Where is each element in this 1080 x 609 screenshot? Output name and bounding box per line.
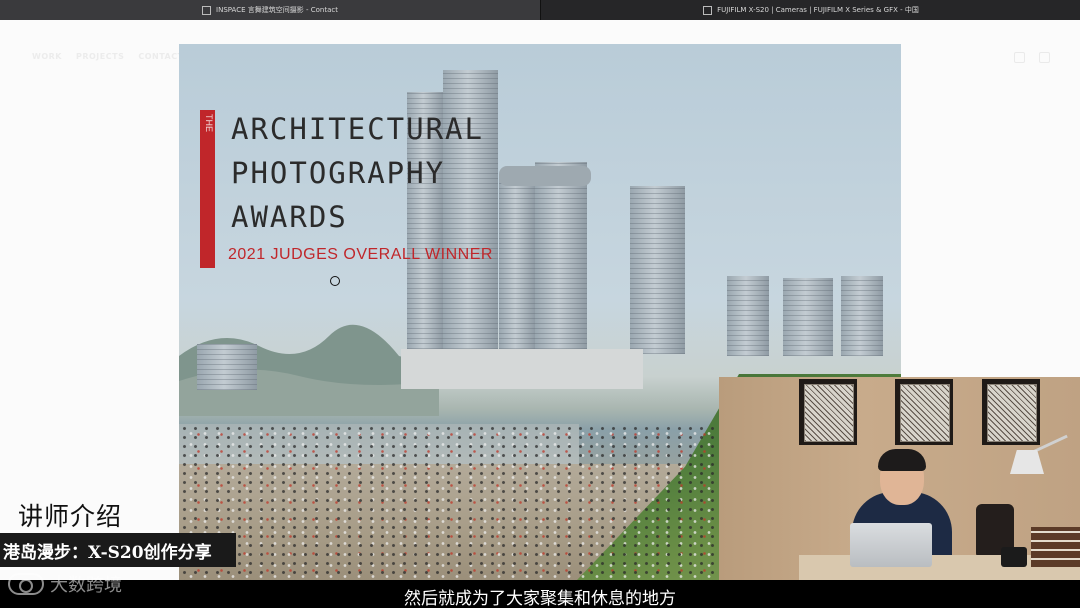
award-subtitle: 2021 JUDGES OVERALL WINNER [228,246,493,263]
desk-lamp-icon [1010,450,1044,474]
zoom-cursor-icon [330,276,340,286]
site-nav: WORK PROJECTS CONTACT [32,52,184,61]
skybridge [499,166,591,186]
nav-link-work[interactable]: WORK [32,52,62,61]
fujifilm-favicon-icon [703,5,713,15]
wall-frame [895,379,953,445]
residential-building [727,276,769,356]
wall-art [900,384,950,442]
laptop [850,523,932,567]
webcam-overlay [719,377,1080,580]
book-stack [1031,527,1080,567]
instagram-icon[interactable] [1014,52,1025,63]
watermark-text: 大数跨境 [50,575,122,596]
tower [499,174,535,354]
tab-title: FUJIFILM X-S20 | Cameras | FUJIFILM X Se… [717,6,919,14]
presenter-hair [878,449,926,471]
residential-building [841,276,883,356]
award-the: THE [204,114,214,132]
tower [630,186,685,354]
tower [535,162,587,354]
browser-tab-bar: INSPACE 言舞建筑空间摄影 - Contact FUJIFILM X-S2… [0,0,1080,20]
tab-inspace-contact[interactable]: INSPACE 言舞建筑空间摄影 - Contact [0,0,540,20]
intro-label: 讲师介绍 [18,502,123,531]
nav-link-projects[interactable]: PROJECTS [76,52,124,61]
podium-mall [401,349,643,389]
nav-link-contact[interactable]: CONTACT [138,52,183,61]
camera-icon [1001,547,1027,567]
award-red-bar [200,110,215,268]
subtitle-text: 然后就成为了大家聚集和休息的地方 [404,589,676,609]
watermark-logo-icon [8,573,44,595]
speaker-banner-text: 港岛漫步：X-S20创作分享 [3,542,212,563]
distant-buildings [197,344,257,390]
wall-frame [799,379,857,445]
award-line-3: AWARDS [231,200,348,234]
tab-fujifilm-xs20[interactable]: FUJIFILM X-S20 | Cameras | FUJIFILM X Se… [540,0,1080,20]
wall-art [804,384,854,442]
wall-frame [982,379,1040,445]
tab-title: INSPACE 言舞建筑空间摄影 - Contact [216,6,338,14]
site-favicon-icon [202,5,212,15]
nav-icon-group [1014,52,1050,63]
award-line-2: PHOTOGRAPHY [231,156,446,190]
residential-building [783,278,833,356]
award-line-1: ARCHITECTURAL [231,112,484,146]
wechat-icon[interactable] [1039,52,1050,63]
watermark: 大数跨境 [8,571,122,597]
wall-art [987,384,1037,442]
speaker-banner: 港岛漫步：X-S20创作分享 [0,533,236,567]
